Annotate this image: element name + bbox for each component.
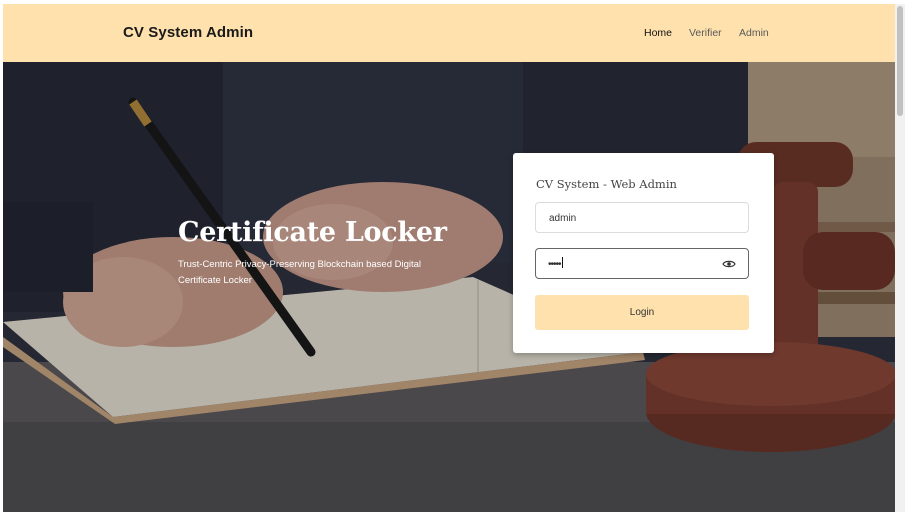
password-field[interactable]: ••••• [535, 248, 749, 279]
username-field[interactable]: admin [535, 202, 749, 233]
password-value: ••••• [548, 257, 563, 270]
scrollbar[interactable] [895, 4, 905, 512]
nav-link-admin[interactable]: Admin [739, 27, 769, 39]
brand-title[interactable]: CV System Admin [123, 24, 253, 41]
eye-icon[interactable] [722, 258, 736, 270]
navbar: CV System Admin Home Verifier Admin [3, 4, 895, 62]
login-button[interactable]: Login [535, 295, 749, 330]
text-caret [561, 257, 563, 268]
password-mask: ••••• [548, 259, 561, 270]
hero-title: Certificate Locker [178, 217, 447, 248]
username-value: admin [549, 213, 577, 224]
login-card: CV System - Web Admin admin ••••• Login [513, 153, 774, 353]
login-card-title: CV System - Web Admin [536, 177, 677, 191]
nav-link-home[interactable]: Home [644, 27, 672, 39]
scrollbar-thumb[interactable] [897, 6, 903, 116]
page-frame: CV System Admin Home Verifier Admin Cert… [3, 4, 895, 512]
hero-subtitle: Trust-Centric Privacy-Preserving Blockch… [178, 259, 422, 286]
nav-link-verifier[interactable]: Verifier [689, 27, 722, 39]
